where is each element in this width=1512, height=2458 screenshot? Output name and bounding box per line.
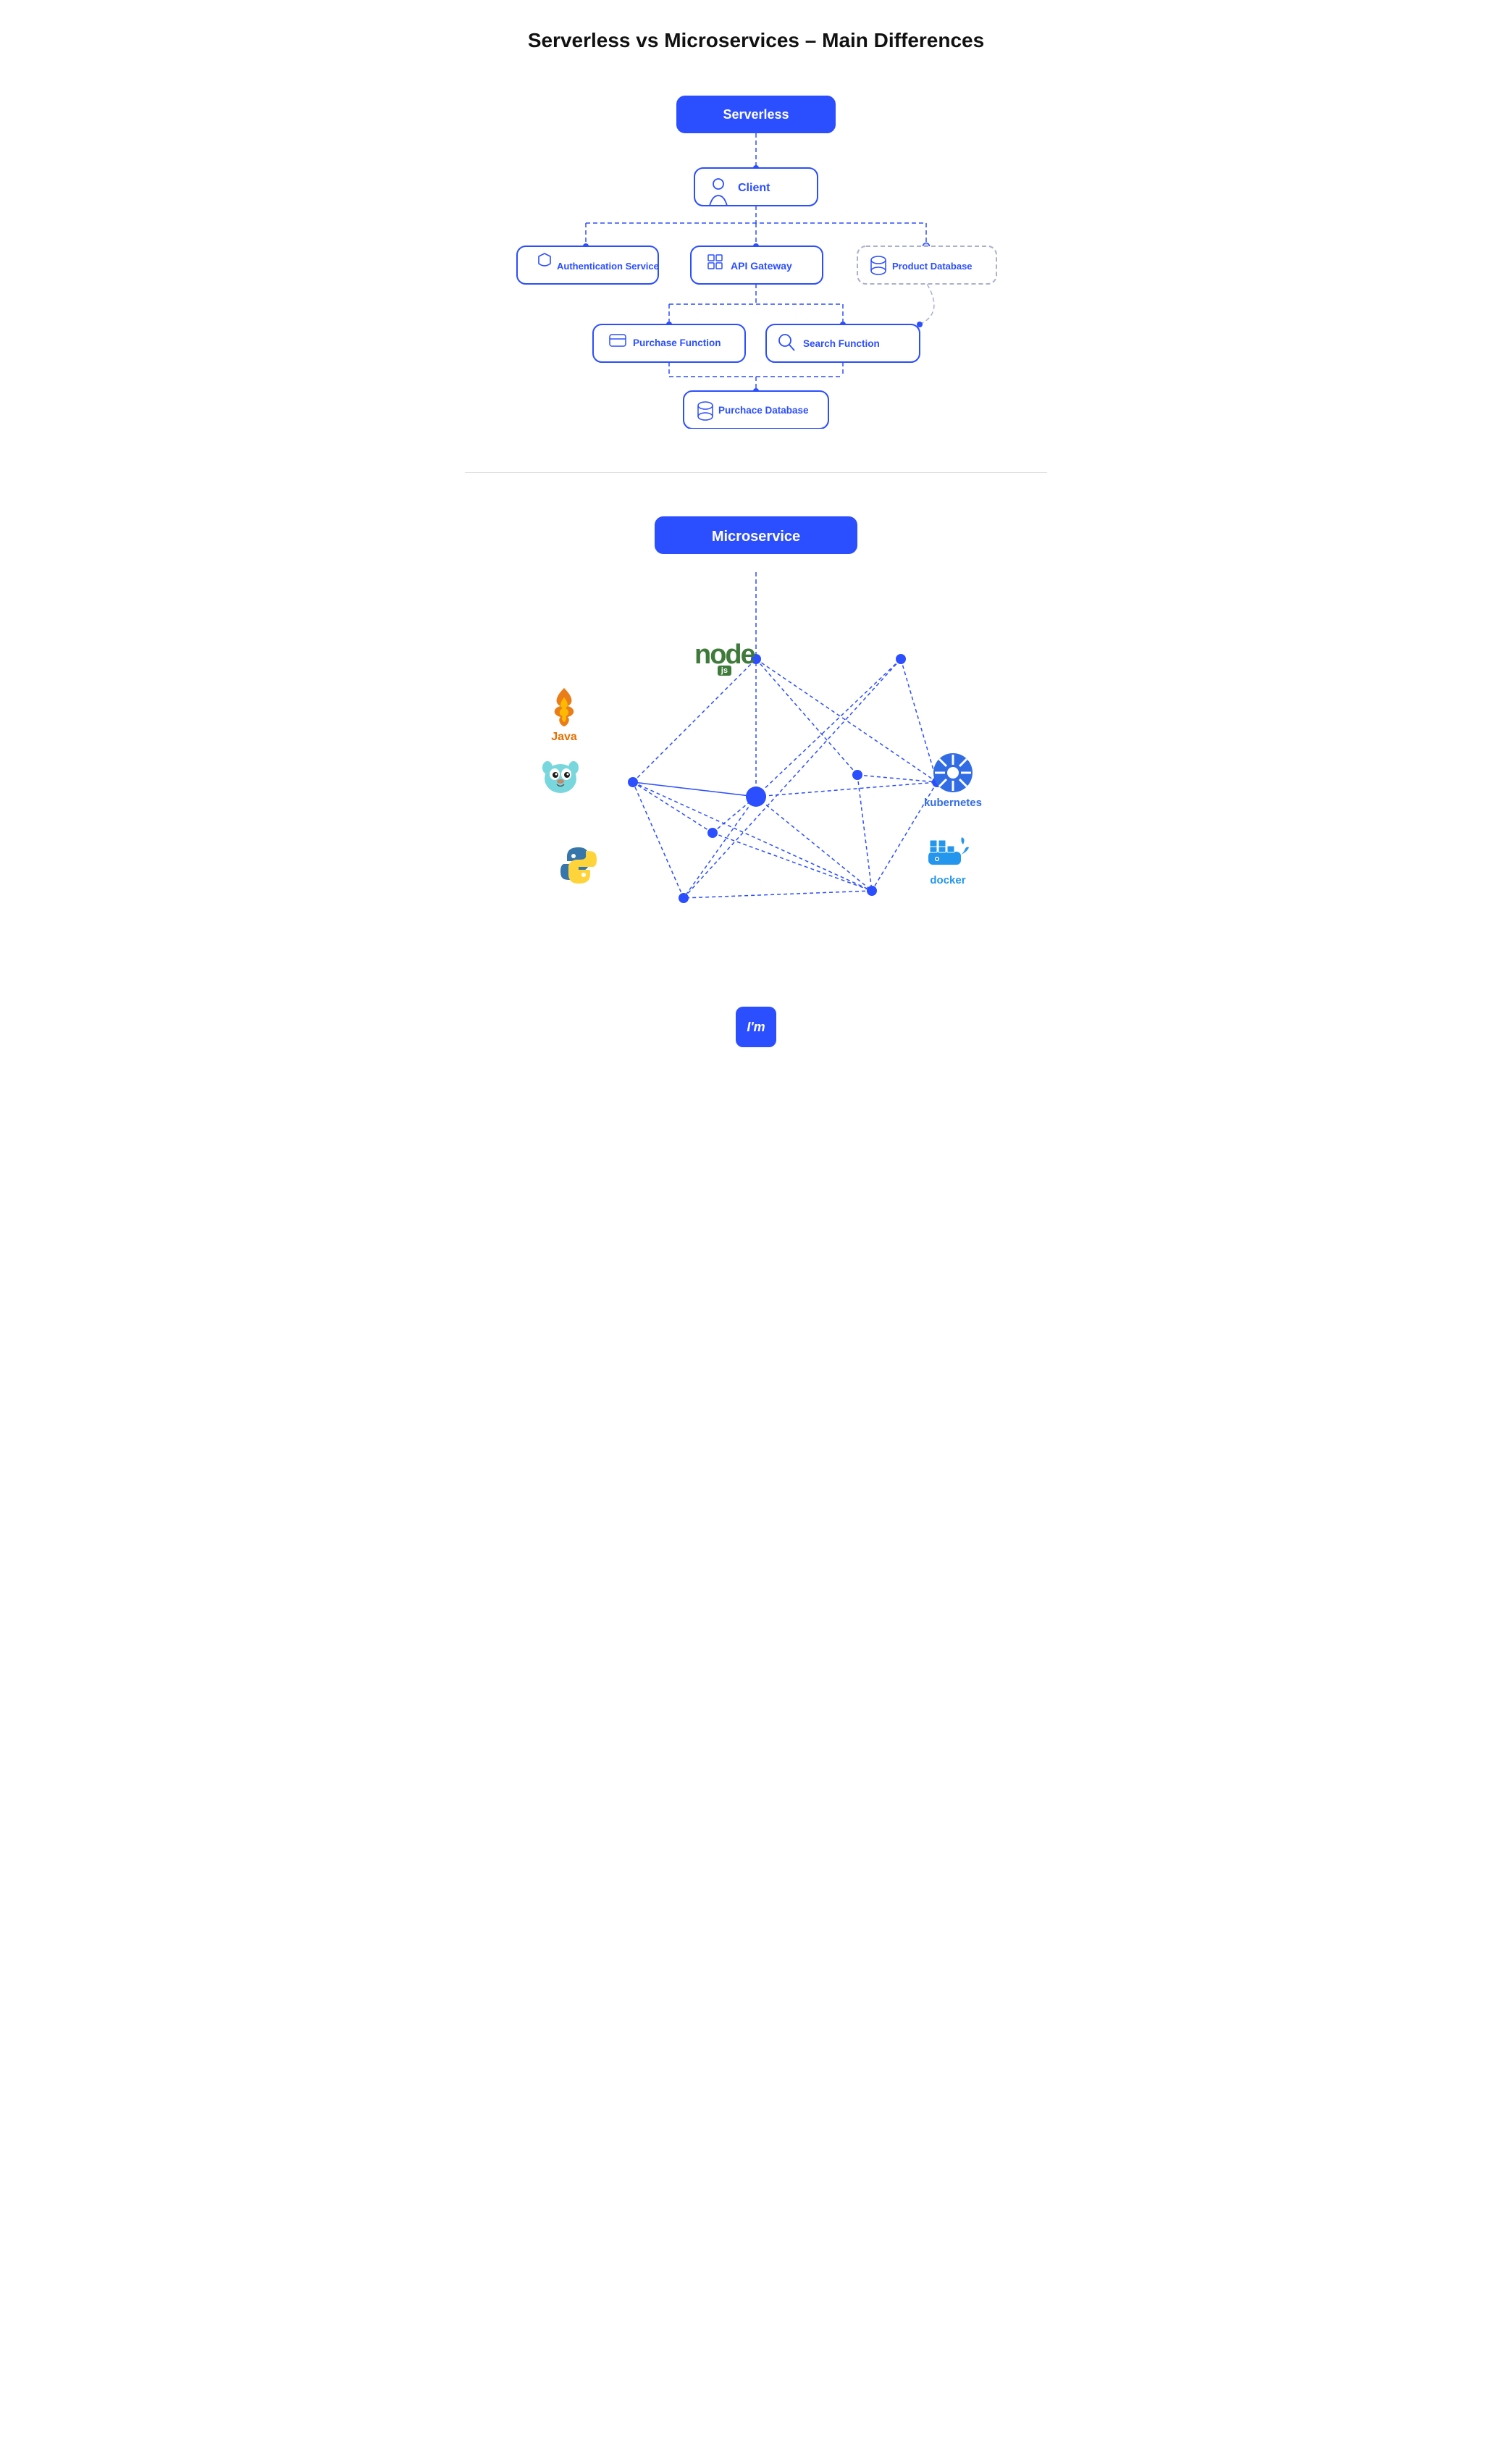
- microservice-mesh: Java node js: [510, 572, 1002, 978]
- microservice-header: Microservice: [655, 516, 857, 558]
- serverless-connectors: Serverless Client: [481, 81, 1031, 429]
- microservice-section: Microservice: [465, 516, 1047, 1047]
- svg-text:Client: Client: [738, 182, 770, 194]
- svg-text:Search Function: Search Function: [803, 338, 880, 349]
- page-title: Serverless vs Microservices – Main Diffe…: [465, 29, 1047, 52]
- serverless-diagram: Serverless Client: [465, 81, 1047, 429]
- svg-text:Authentication Service: Authentication Service: [557, 261, 659, 272]
- kubernetes-label: kubernetes: [924, 752, 982, 809]
- svg-text:Serverless: Serverless: [723, 107, 789, 122]
- java-label: Java: [546, 684, 582, 744]
- python-label: [557, 844, 600, 887]
- nodejs-label: node js: [694, 641, 755, 676]
- go-label: [539, 757, 582, 797]
- svg-text:Purchace Database: Purchace Database: [718, 405, 809, 416]
- serverless-section: Serverless Client: [465, 81, 1047, 473]
- docker-label: docker: [923, 831, 973, 886]
- svg-text:Purchase Function: Purchase Function: [633, 337, 721, 348]
- im-badge: I'm: [736, 1007, 776, 1047]
- svg-text:Product Database: Product Database: [892, 261, 973, 272]
- svg-text:Microservice: Microservice: [712, 529, 800, 545]
- svg-text:API Gateway: API Gateway: [731, 260, 792, 272]
